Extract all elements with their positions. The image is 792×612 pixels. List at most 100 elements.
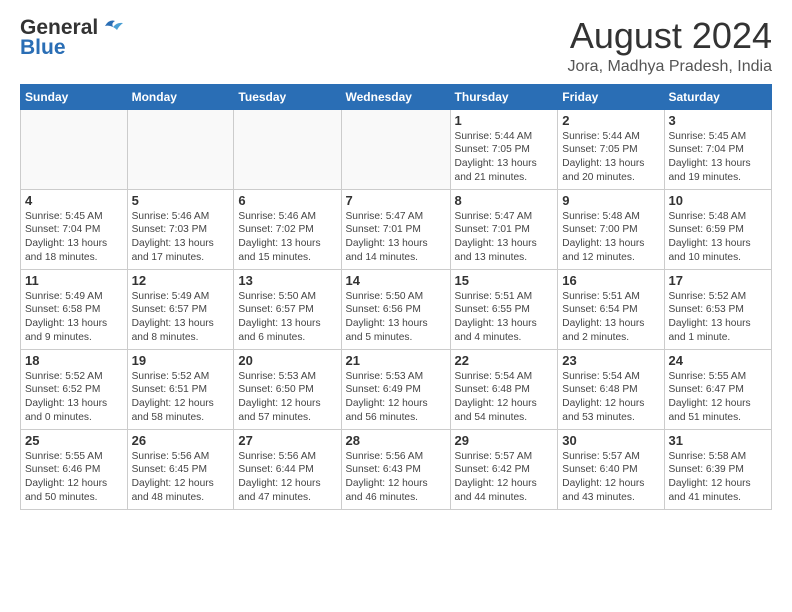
calendar-cell: 29 Sunrise: 5:57 AM Sunset: 6:42 PM Dayli… xyxy=(450,429,558,509)
logo-bird-icon xyxy=(101,17,123,35)
calendar-cell xyxy=(234,109,341,189)
day-info: Sunrise: 5:56 AM Sunset: 6:45 PM Dayligh… xyxy=(132,450,230,505)
day-number: 23 xyxy=(562,353,659,368)
calendar-cell xyxy=(21,109,128,189)
day-info: Sunrise: 5:52 AM Sunset: 6:53 PM Dayligh… xyxy=(669,290,768,345)
day-number: 8 xyxy=(455,193,554,208)
calendar-cell: 31Sunrise: 5:58 AM Sunset: 6:39 PM Dayli… xyxy=(664,429,772,509)
calendar-cell: 18 Sunrise: 5:52 AM Sunset: 6:52 PM Dayli… xyxy=(21,349,128,429)
day-of-week-header: Tuesday xyxy=(234,84,341,109)
calendar-cell: 1 Sunrise: 5:44 AM Sunset: 7:05 PM Daylig… xyxy=(450,109,558,189)
day-info: Sunrise: 5:45 AM Sunset: 7:04 PM Dayligh… xyxy=(669,130,768,185)
day-info: Sunrise: 5:44 AM Sunset: 7:05 PM Dayligh… xyxy=(562,130,659,185)
day-number: 4 xyxy=(25,193,123,208)
page: General Blue August 2024 Jora, Madhya Pr… xyxy=(0,0,792,520)
calendar-cell: 24 Sunrise: 5:55 AM Sunset: 6:47 PM Dayli… xyxy=(664,349,772,429)
day-number: 27 xyxy=(238,433,336,448)
logo: General Blue xyxy=(20,16,123,60)
header: General Blue August 2024 Jora, Madhya Pr… xyxy=(20,16,772,76)
calendar-cell: 28 Sunrise: 5:56 AM Sunset: 6:43 PM Dayli… xyxy=(341,429,450,509)
day-number: 2 xyxy=(562,113,659,128)
day-number: 28 xyxy=(346,433,446,448)
day-of-week-header: Wednesday xyxy=(341,84,450,109)
calendar-cell: 17 Sunrise: 5:52 AM Sunset: 6:53 PM Dayli… xyxy=(664,269,772,349)
day-info: Sunrise: 5:53 AM Sunset: 6:49 PM Dayligh… xyxy=(346,370,446,425)
calendar-cell: 8 Sunrise: 5:47 AM Sunset: 7:01 PM Daylig… xyxy=(450,189,558,269)
day-info: Sunrise: 5:46 AM Sunset: 7:02 PM Dayligh… xyxy=(238,210,336,265)
calendar-cell: 4 Sunrise: 5:45 AM Sunset: 7:04 PM Daylig… xyxy=(21,189,128,269)
day-number: 6 xyxy=(238,193,336,208)
day-info: Sunrise: 5:55 AM Sunset: 6:46 PM Dayligh… xyxy=(25,450,123,505)
day-number: 15 xyxy=(455,273,554,288)
day-number: 19 xyxy=(132,353,230,368)
day-info: Sunrise: 5:46 AM Sunset: 7:03 PM Dayligh… xyxy=(132,210,230,265)
day-number: 3 xyxy=(669,113,768,128)
day-info: Sunrise: 5:53 AM Sunset: 6:50 PM Dayligh… xyxy=(238,370,336,425)
calendar-cell: 13Sunrise: 5:50 AM Sunset: 6:57 PM Dayli… xyxy=(234,269,341,349)
calendar-cell: 5 Sunrise: 5:46 AM Sunset: 7:03 PM Daylig… xyxy=(127,189,234,269)
calendar-cell: 11Sunrise: 5:49 AM Sunset: 6:58 PM Dayli… xyxy=(21,269,128,349)
header-row: SundayMondayTuesdayWednesdayThursdayFrid… xyxy=(21,84,772,109)
calendar-cell: 2 Sunrise: 5:44 AM Sunset: 7:05 PM Daylig… xyxy=(558,109,664,189)
calendar-cell: 22Sunrise: 5:54 AM Sunset: 6:48 PM Dayli… xyxy=(450,349,558,429)
day-number: 31 xyxy=(669,433,768,448)
day-info: Sunrise: 5:48 AM Sunset: 6:59 PM Dayligh… xyxy=(669,210,768,265)
day-number: 24 xyxy=(669,353,768,368)
day-number: 29 xyxy=(455,433,554,448)
day-info: Sunrise: 5:51 AM Sunset: 6:54 PM Dayligh… xyxy=(562,290,659,345)
title-area: August 2024 Jora, Madhya Pradesh, India xyxy=(567,16,772,76)
day-info: Sunrise: 5:55 AM Sunset: 6:47 PM Dayligh… xyxy=(669,370,768,425)
day-info: Sunrise: 5:50 AM Sunset: 6:57 PM Dayligh… xyxy=(238,290,336,345)
calendar-week-row: 4 Sunrise: 5:45 AM Sunset: 7:04 PM Daylig… xyxy=(21,189,772,269)
day-number: 10 xyxy=(669,193,768,208)
calendar-cell: 10 Sunrise: 5:48 AM Sunset: 6:59 PM Dayli… xyxy=(664,189,772,269)
calendar-cell: 25Sunrise: 5:55 AM Sunset: 6:46 PM Dayli… xyxy=(21,429,128,509)
day-number: 9 xyxy=(562,193,659,208)
day-info: Sunrise: 5:54 AM Sunset: 6:48 PM Dayligh… xyxy=(562,370,659,425)
day-info: Sunrise: 5:44 AM Sunset: 7:05 PM Dayligh… xyxy=(455,130,554,185)
calendar-cell xyxy=(127,109,234,189)
day-info: Sunrise: 5:50 AM Sunset: 6:56 PM Dayligh… xyxy=(346,290,446,345)
day-of-week-header: Friday xyxy=(558,84,664,109)
calendar-cell xyxy=(341,109,450,189)
calendar-week-row: 25Sunrise: 5:55 AM Sunset: 6:46 PM Dayli… xyxy=(21,429,772,509)
day-number: 30 xyxy=(562,433,659,448)
day-of-week-header: Saturday xyxy=(664,84,772,109)
day-info: Sunrise: 5:45 AM Sunset: 7:04 PM Dayligh… xyxy=(25,210,123,265)
day-number: 7 xyxy=(346,193,446,208)
calendar-cell: 16 Sunrise: 5:51 AM Sunset: 6:54 PM Dayli… xyxy=(558,269,664,349)
day-info: Sunrise: 5:47 AM Sunset: 7:01 PM Dayligh… xyxy=(346,210,446,265)
calendar-cell: 20Sunrise: 5:53 AM Sunset: 6:50 PM Dayli… xyxy=(234,349,341,429)
calendar-cell: 23 Sunrise: 5:54 AM Sunset: 6:48 PM Dayli… xyxy=(558,349,664,429)
day-number: 21 xyxy=(346,353,446,368)
day-info: Sunrise: 5:47 AM Sunset: 7:01 PM Dayligh… xyxy=(455,210,554,265)
calendar-week-row: 18 Sunrise: 5:52 AM Sunset: 6:52 PM Dayli… xyxy=(21,349,772,429)
day-number: 17 xyxy=(669,273,768,288)
calendar-week-row: 1 Sunrise: 5:44 AM Sunset: 7:05 PM Daylig… xyxy=(21,109,772,189)
day-number: 18 xyxy=(25,353,123,368)
calendar-cell: 9Sunrise: 5:48 AM Sunset: 7:00 PM Daylig… xyxy=(558,189,664,269)
calendar-cell: 12Sunrise: 5:49 AM Sunset: 6:57 PM Dayli… xyxy=(127,269,234,349)
day-info: Sunrise: 5:52 AM Sunset: 6:52 PM Dayligh… xyxy=(25,370,123,425)
calendar-cell: 7 Sunrise: 5:47 AM Sunset: 7:01 PM Daylig… xyxy=(341,189,450,269)
day-number: 26 xyxy=(132,433,230,448)
calendar-cell: 6 Sunrise: 5:46 AM Sunset: 7:02 PM Daylig… xyxy=(234,189,341,269)
calendar-cell: 19 Sunrise: 5:52 AM Sunset: 6:51 PM Dayli… xyxy=(127,349,234,429)
day-number: 1 xyxy=(455,113,554,128)
calendar-cell: 15Sunrise: 5:51 AM Sunset: 6:55 PM Dayli… xyxy=(450,269,558,349)
calendar-cell: 14Sunrise: 5:50 AM Sunset: 6:56 PM Dayli… xyxy=(341,269,450,349)
day-info: Sunrise: 5:52 AM Sunset: 6:51 PM Dayligh… xyxy=(132,370,230,425)
day-number: 12 xyxy=(132,273,230,288)
day-of-week-header: Thursday xyxy=(450,84,558,109)
month-year: August 2024 xyxy=(567,16,772,56)
day-info: Sunrise: 5:57 AM Sunset: 6:42 PM Dayligh… xyxy=(455,450,554,505)
calendar-week-row: 11Sunrise: 5:49 AM Sunset: 6:58 PM Dayli… xyxy=(21,269,772,349)
calendar-cell: 30Sunrise: 5:57 AM Sunset: 6:40 PM Dayli… xyxy=(558,429,664,509)
calendar-cell: 3 Sunrise: 5:45 AM Sunset: 7:04 PM Daylig… xyxy=(664,109,772,189)
day-number: 16 xyxy=(562,273,659,288)
calendar-table: SundayMondayTuesdayWednesdayThursdayFrid… xyxy=(20,84,772,510)
logo-blue: Blue xyxy=(20,36,66,60)
calendar-cell: 26 Sunrise: 5:56 AM Sunset: 6:45 PM Dayli… xyxy=(127,429,234,509)
day-info: Sunrise: 5:56 AM Sunset: 6:43 PM Dayligh… xyxy=(346,450,446,505)
day-number: 5 xyxy=(132,193,230,208)
